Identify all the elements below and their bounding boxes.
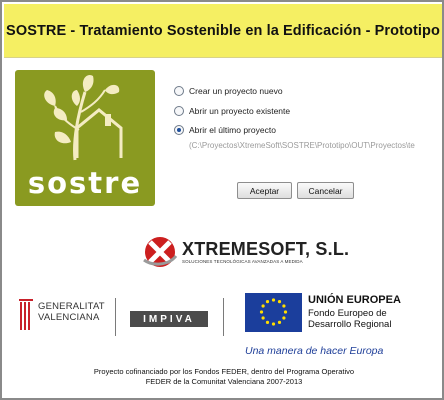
- footer-line2: FEDER de la Comunitat Valenciana 2007-20…: [145, 377, 303, 386]
- sostre-wordmark: sostre: [27, 166, 143, 200]
- eu-fund-line1: Fondo Europeo de: [308, 308, 387, 319]
- leaf-house-icon: [44, 74, 123, 161]
- cancel-button[interactable]: Cancelar: [297, 182, 354, 199]
- sostre-logo: sostre: [15, 70, 155, 206]
- eu-stars-icon: [259, 298, 288, 326]
- option-open-project[interactable]: Abrir un proyecto existente: [174, 106, 290, 116]
- dialog-window: SOSTRE - Tratamiento Sostenible en la Ed…: [0, 0, 444, 400]
- option-new-project-label: Crear un proyecto nuevo: [189, 86, 283, 96]
- radio-open-project[interactable]: [174, 106, 184, 116]
- eu-fund-line2: Desarrollo Regional: [308, 319, 392, 330]
- title-bar: SOSTRE - Tratamiento Sostenible en la Ed…: [4, 4, 442, 58]
- generalitat-emblem-icon: [18, 298, 34, 334]
- xtremesoft-name: XTREMESOFT, S.L.: [182, 239, 350, 259]
- eu-slogan: Una manera de hacer Europa: [245, 345, 384, 357]
- eu-title: UNIÓN EUROPEA: [308, 294, 401, 306]
- separator-1: [115, 298, 116, 336]
- option-last-project-label: Abrir el último proyecto: [189, 125, 276, 135]
- generalitat-text: GENERALITAT VALENCIANA: [38, 301, 105, 323]
- option-open-project-label: Abrir un proyecto existente: [189, 106, 291, 116]
- footer-line1: Proyecto cofinanciado por los Fondos FED…: [93, 367, 355, 376]
- separator-2: [223, 298, 224, 336]
- last-project-path: (C:\Proyectos\XtremeSoft\SOSTRE\Prototip…: [189, 141, 415, 150]
- radio-last-project[interactable]: [174, 125, 184, 135]
- xtremesoft-tagline: SOLUCIONES TECNOLÓGICAS AVANZADAS A MEDI…: [182, 259, 303, 264]
- funding-footer: Proyecto cofinanciado por los Fondos FED…: [2, 367, 444, 387]
- impiva-logo: IMPIVA: [130, 311, 208, 327]
- radio-new-project[interactable]: [174, 86, 184, 96]
- generalitat-line2: VALENCIANA: [38, 312, 100, 323]
- option-new-project[interactable]: Crear un proyecto nuevo: [174, 86, 283, 96]
- window-title: SOSTRE - Tratamiento Sostenible en la Ed…: [6, 22, 440, 39]
- eu-flag: [245, 293, 302, 332]
- accept-button[interactable]: Aceptar: [237, 182, 292, 199]
- xtremesoft-emblem-icon: [143, 237, 178, 267]
- generalitat-line1: GENERALITAT: [38, 301, 105, 312]
- eu-fund: Fondo Europeo de Desarrollo Regional: [308, 308, 391, 330]
- option-last-project[interactable]: Abrir el último proyecto: [174, 125, 276, 135]
